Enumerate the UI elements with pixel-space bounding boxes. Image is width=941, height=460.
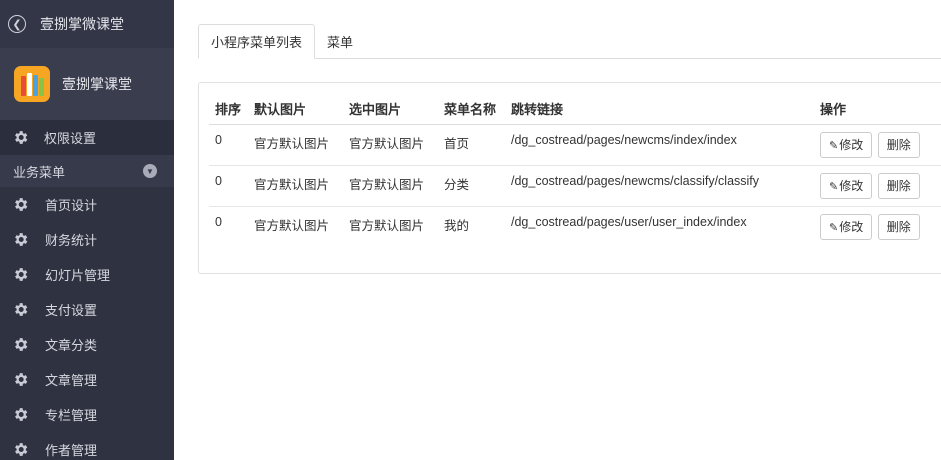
main-content: 小程序菜单列表 菜单 排序 默认图片 选中图片 菜单名称 跳转链接 操作 0 官方… — [174, 0, 941, 460]
chevron-down-icon[interactable]: ▼ — [143, 164, 157, 178]
cell-name: 我的 — [438, 205, 505, 247]
col-header-ops: 操作 — [814, 93, 941, 125]
col-header-name: 菜单名称 — [438, 93, 505, 125]
sidebar-header: ❮ 壹捌掌微课堂 — [0, 0, 174, 48]
menu-table-panel: 排序 默认图片 选中图片 菜单名称 跳转链接 操作 0 官方默认图片 官方默认图片首… — [198, 82, 941, 274]
back-icon[interactable]: ❮ — [8, 15, 26, 33]
section-label: 业务菜单 — [13, 164, 66, 180]
cell-link: /dg_costread/pages/newcms/index/index — [505, 123, 814, 165]
edit-button[interactable]: ✎修改 — [820, 213, 873, 240]
brand-block: 壹捌掌课堂 — [0, 48, 174, 120]
cell-default-img: 官方默认图片 — [248, 123, 343, 165]
delete-button[interactable]: 删除 — [877, 131, 920, 158]
sidebar-item-label: 首页设计 — [45, 198, 98, 213]
gear-icon — [11, 231, 29, 249]
sidebar-item-label: 文章分类 — [45, 338, 98, 353]
sidebar-item[interactable]: 文章管理 — [0, 362, 174, 397]
cell-name: 分类 — [438, 164, 505, 206]
app-title: 壹捌掌微课堂 — [40, 16, 124, 32]
cell-selected-img: 官方默认图片 — [343, 205, 438, 247]
gear-icon — [11, 441, 29, 459]
tab-menu-list[interactable]: 小程序菜单列表 — [198, 24, 316, 59]
cell-default-img: 官方默认图片 — [248, 205, 343, 247]
cell-link: /dg_costread/pages/user/user_index/index — [505, 205, 814, 247]
table-row: 0 官方默认图片 官方默认图片 我的/dg_costread/pages/user/u… — [209, 205, 941, 247]
col-header-default-img: 默认图片 — [248, 93, 343, 125]
gear-icon — [11, 371, 29, 389]
col-header-order: 排序 — [209, 93, 248, 125]
table-row: 0 官方默认图片 官方默认图片 首页/dg_costread/pages/newcms… — [209, 123, 941, 165]
sidebar-item[interactable]: 专栏管理 — [0, 397, 174, 432]
cell-order: 0 — [209, 205, 248, 247]
cell-order: 0 — [209, 164, 248, 206]
gear-icon — [11, 336, 29, 354]
sidebar-item-permission[interactable]: 权限设置 — [0, 120, 174, 155]
sidebar: ❮ 壹捌掌微课堂 壹捌掌课堂 权限设置 业务菜单 ▼ 首页设计财务统计幻灯片管理… — [0, 0, 174, 460]
sidebar-item-label: 权限设置 — [44, 131, 97, 146]
sidebar-item[interactable]: 作者管理 — [0, 432, 174, 460]
cell-selected-img: 官方默认图片 — [343, 164, 438, 206]
sidebar-section-business[interactable]: 业务菜单 ▼ — [0, 155, 174, 187]
sidebar-item-label: 财务统计 — [45, 233, 98, 248]
sidebar-item[interactable]: 幻灯片管理 — [0, 257, 174, 292]
cell-ops: ✎修改 删除 — [814, 205, 941, 247]
sidebar-item[interactable]: 支付设置 — [0, 292, 174, 327]
gear-icon — [11, 301, 29, 319]
sidebar-item-label: 专栏管理 — [45, 408, 98, 423]
sidebar-item[interactable]: 财务统计 — [0, 222, 174, 257]
sidebar-item-label: 幻灯片管理 — [45, 268, 111, 283]
edit-button[interactable]: ✎修改 — [820, 172, 873, 199]
cell-order: 0 — [209, 123, 248, 165]
brand-logo-icon — [14, 66, 50, 102]
cell-ops: ✎修改 删除 — [814, 164, 941, 206]
cell-selected-img: 官方默认图片 — [343, 123, 438, 165]
sidebar-item[interactable]: 首页设计 — [0, 187, 174, 222]
sidebar-item[interactable]: 文章分类 — [0, 327, 174, 362]
menu-table: 排序 默认图片 选中图片 菜单名称 跳转链接 操作 0 官方默认图片 官方默认图片首… — [209, 93, 941, 247]
col-header-link: 跳转链接 — [505, 93, 814, 125]
sidebar-item-label: 作者管理 — [45, 443, 98, 458]
cell-default-img: 官方默认图片 — [248, 164, 343, 206]
sidebar-item-label: 支付设置 — [45, 303, 98, 318]
edit-label: 修改 — [839, 137, 864, 152]
table-header-row: 排序 默认图片 选中图片 菜单名称 跳转链接 操作 — [209, 93, 941, 125]
edit-button[interactable]: ✎修改 — [820, 131, 873, 158]
cell-ops: ✎修改 删除 — [814, 123, 941, 165]
tab-bar: 小程序菜单列表 菜单 — [198, 24, 365, 59]
gear-icon — [11, 406, 29, 424]
gear-icon — [11, 266, 29, 284]
tab-menu[interactable]: 菜单 — [315, 24, 365, 59]
edit-label: 修改 — [839, 219, 864, 234]
edit-icon: ✎ — [829, 221, 839, 234]
cell-name: 首页 — [438, 123, 505, 165]
gear-icon — [11, 196, 29, 214]
table-row: 0 官方默认图片 官方默认图片 分类/dg_costread/pages/newcms… — [209, 164, 941, 206]
edit-icon: ✎ — [829, 139, 839, 152]
edit-icon: ✎ — [829, 180, 839, 193]
cell-link: /dg_costread/pages/newcms/classify/class… — [505, 164, 814, 206]
brand-name: 壹捌掌课堂 — [62, 76, 132, 92]
sidebar-item-label: 文章管理 — [45, 373, 98, 388]
edit-label: 修改 — [839, 178, 864, 193]
delete-button[interactable]: 删除 — [877, 172, 920, 199]
col-header-selected-img: 选中图片 — [343, 93, 438, 125]
delete-button[interactable]: 删除 — [877, 213, 920, 240]
gear-icon — [11, 129, 29, 147]
